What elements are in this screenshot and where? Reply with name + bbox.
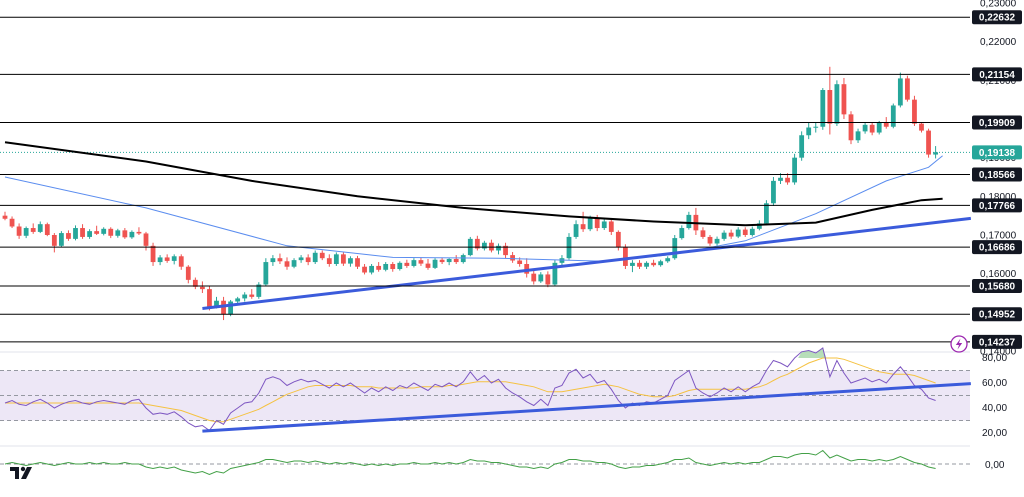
current-price-label: 0,19138 [979, 148, 1016, 159]
candle [566, 233, 572, 260]
candle [820, 88, 826, 130]
level-label: 0,17766 [979, 201, 1016, 212]
level-label: 0,14237 [979, 337, 1016, 348]
candle [623, 244, 628, 270]
momentum-tick-label: 0,00 [985, 460, 1005, 471]
candle [926, 128, 931, 158]
candle [44, 222, 50, 237]
candle [792, 153, 797, 185]
price-tick-label: 0,16000 [980, 269, 1017, 280]
level-label: 0,14952 [979, 310, 1016, 321]
candle [256, 282, 262, 299]
rsi-tick-label: 40,00 [982, 403, 1007, 414]
current-price-tag: 0,19138 [972, 145, 1022, 160]
level-label: 0,21154 [979, 70, 1015, 81]
candle [552, 260, 558, 287]
level-label: 0,22632 [979, 13, 1016, 24]
candle [333, 252, 339, 266]
lightning-icon[interactable] [950, 335, 968, 353]
rsi-tick-label: 60,00 [982, 378, 1007, 389]
candle [890, 103, 896, 129]
rsi-tick-label: 20,00 [982, 428, 1007, 439]
candle [771, 177, 776, 206]
level-label: 0,19909 [979, 118, 1016, 129]
price-tick-label: 0,22000 [980, 37, 1017, 48]
candle [799, 131, 805, 161]
price-tick-label: 0,23000 [980, 0, 1017, 10]
candle [432, 258, 438, 270]
level-label: 0,16686 [979, 243, 1016, 254]
candle [905, 75, 910, 102]
momentum-axis[interactable]: 0,00 [985, 460, 1005, 471]
trading-chart[interactable]: 0,230000,220000,210000,200000,190000,180… [0, 0, 1024, 497]
rsi-tick-label: 80,00 [982, 353, 1007, 364]
price-tick-label: 0,17000 [980, 231, 1017, 242]
level-label: 0,15680 [979, 282, 1016, 293]
candle [263, 258, 269, 287]
level-label: 0,18566 [979, 170, 1016, 181]
candle [912, 95, 917, 126]
candle [848, 111, 854, 145]
candle [59, 231, 64, 248]
candle [764, 200, 769, 226]
candle [467, 236, 473, 257]
candle [834, 80, 840, 126]
